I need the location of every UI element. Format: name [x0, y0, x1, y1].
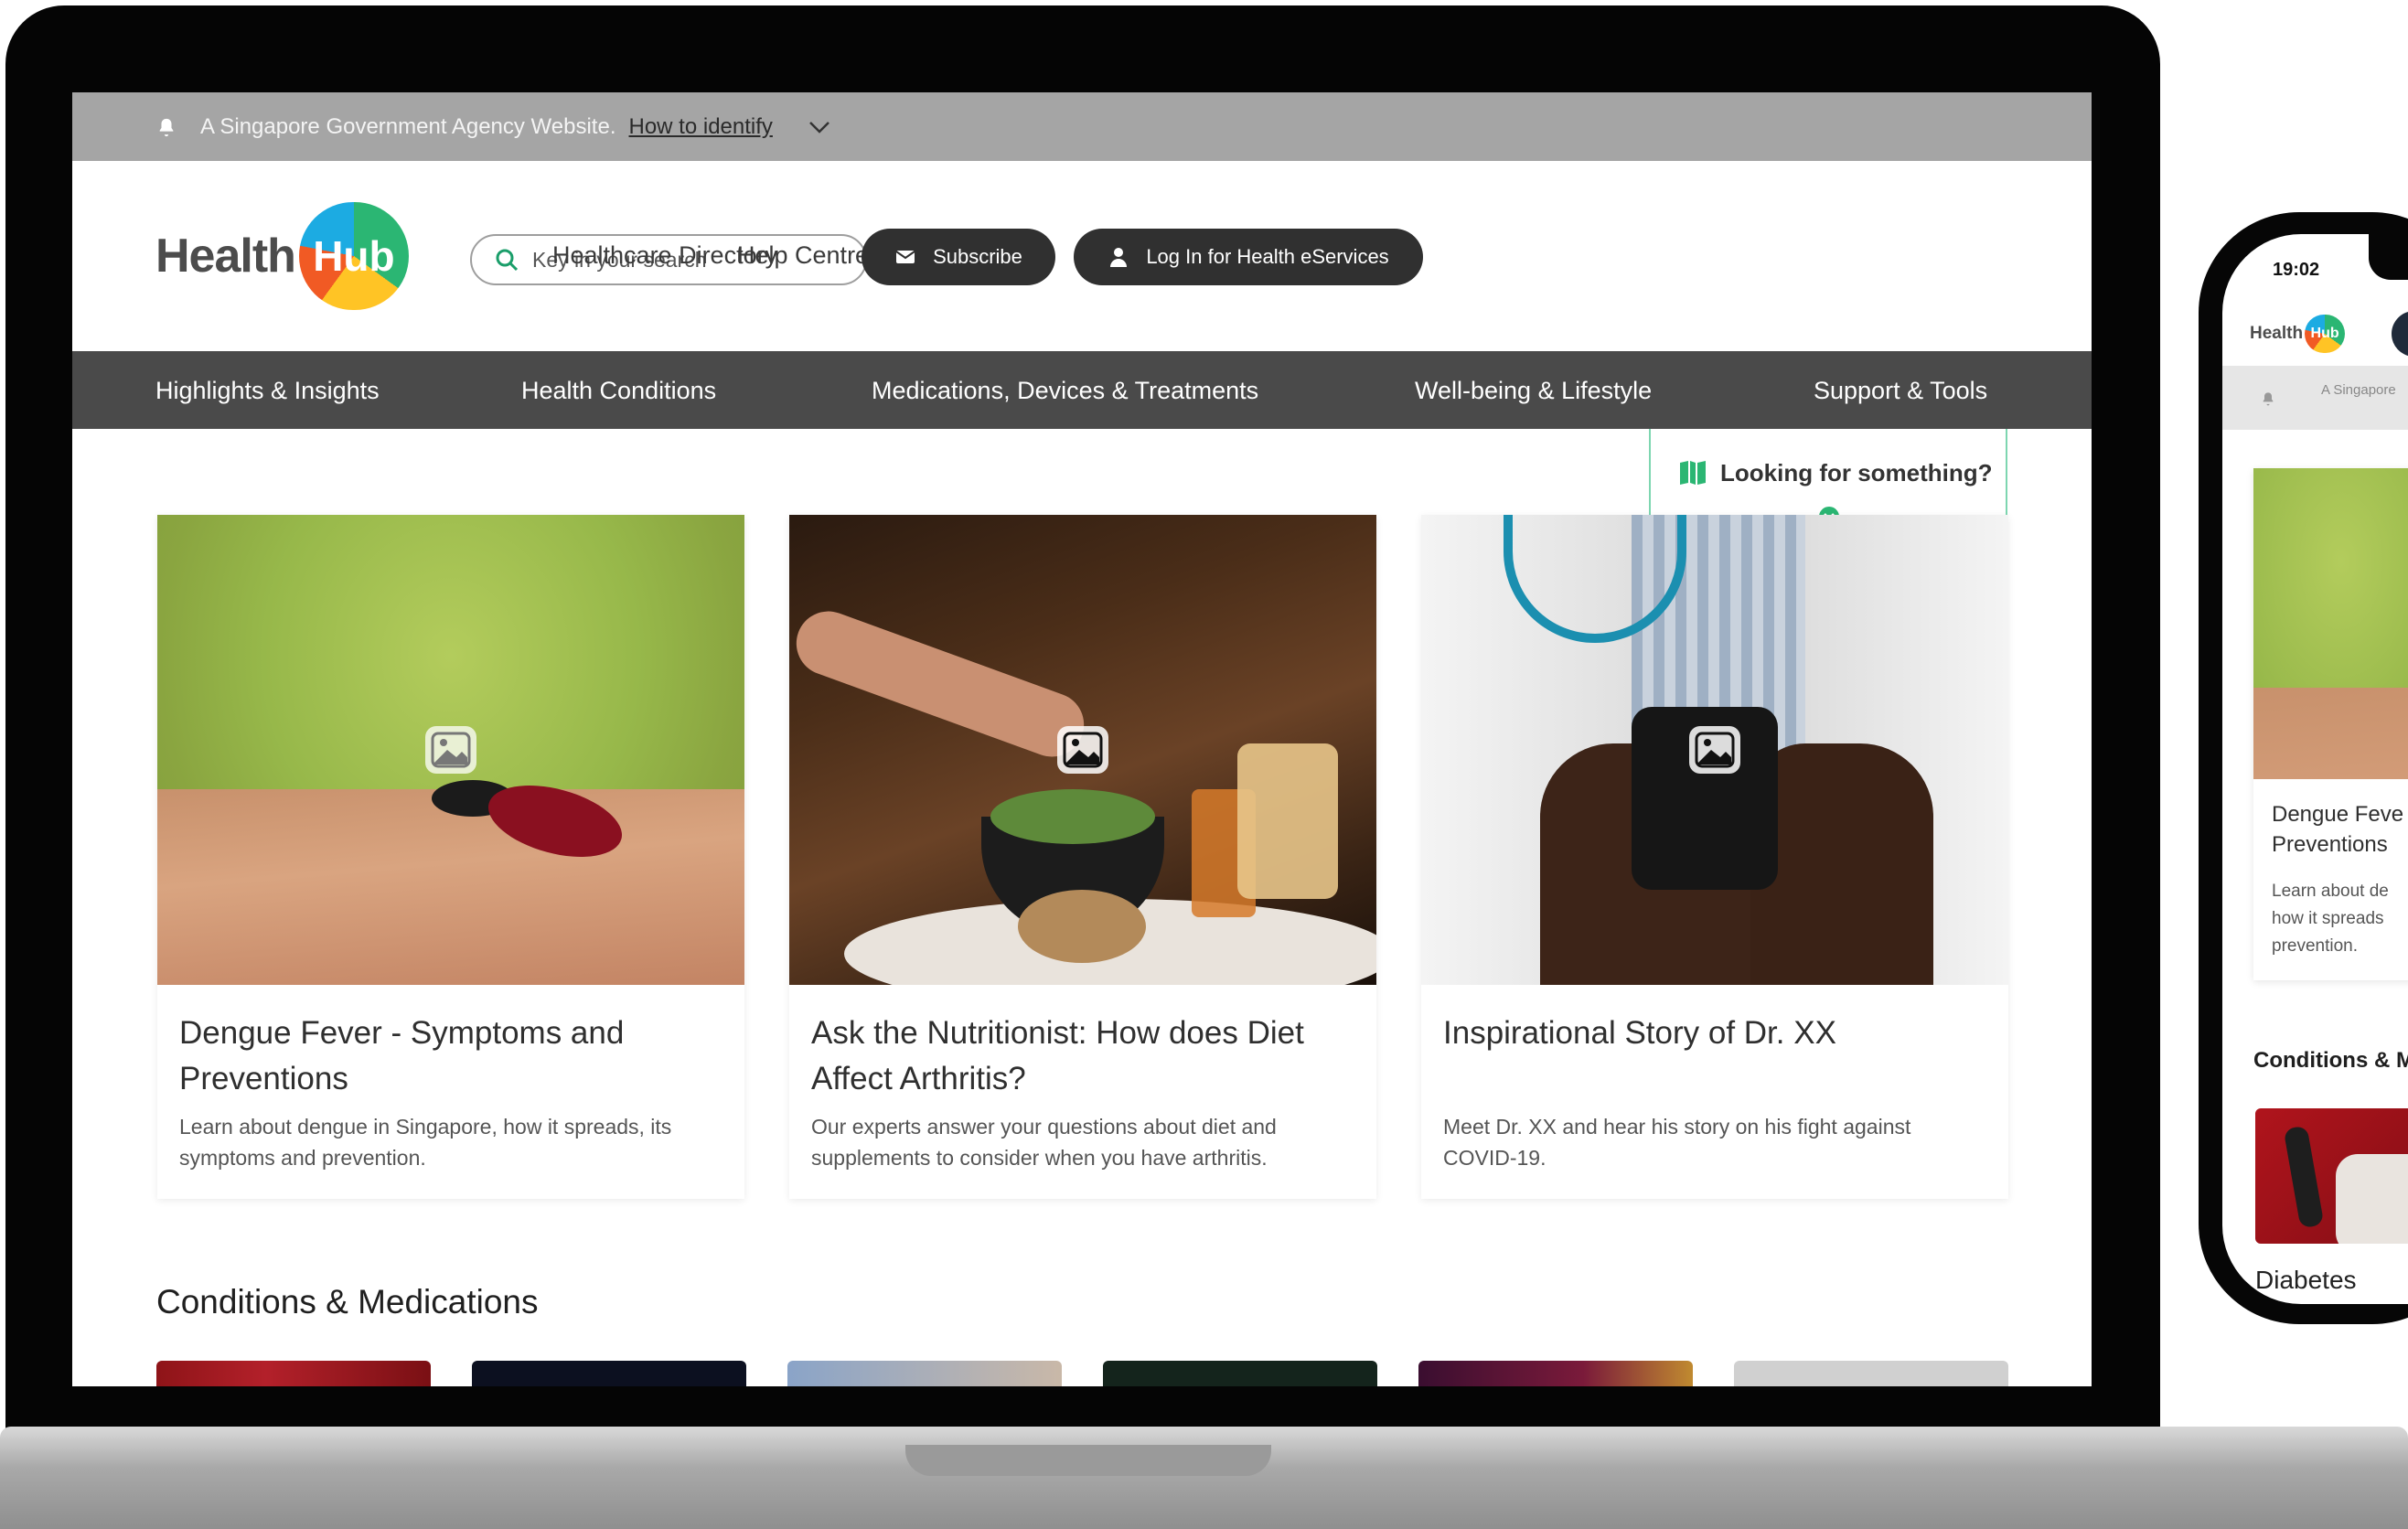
- condition-thumbnail[interactable]: [472, 1361, 746, 1386]
- card-title[interactable]: Dengue Fever - Symptoms and Preventions: [179, 1010, 691, 1102]
- phone-logo-hub-text: Hub: [2310, 326, 2339, 341]
- how-to-identify-link[interactable]: How to identify: [629, 114, 773, 140]
- condition-thumbnail[interactable]: [787, 1361, 1062, 1386]
- phone-card-description: Learn about de how it spreads prevention…: [2272, 882, 2389, 956]
- nav-health-conditions[interactable]: Health Conditions: [521, 377, 716, 405]
- phone-card-title[interactable]: Dengue Feve Preventions: [2272, 799, 2408, 860]
- chevron-down-icon[interactable]: [808, 119, 831, 135]
- nav-support-tools[interactable]: Support & Tools: [1814, 377, 1987, 405]
- card-description: Our experts answer your questions about …: [811, 1115, 1277, 1170]
- card-description: Learn about dengue in Singapore, how it …: [179, 1115, 672, 1170]
- image-placeholder-icon: [425, 726, 476, 774]
- login-button[interactable]: Log In for Health eServices: [1074, 229, 1423, 285]
- healthhub-logo[interactable]: Health Hub: [155, 201, 409, 311]
- nav-medications-devices-treatments[interactable]: Medications, Devices & Treatments: [872, 377, 1258, 405]
- phone-header-button[interactable]: [2392, 311, 2408, 357]
- card-description: Meet Dr. XX and hear his story on his fi…: [1443, 1115, 1911, 1170]
- map-icon: [1680, 461, 1706, 485]
- nav-highlights-insights[interactable]: Highlights & Insights: [155, 377, 380, 405]
- phone-dynamic-island: [2369, 234, 2408, 280]
- envelope-icon: [895, 251, 915, 263]
- laptop-notch: [905, 1445, 1271, 1476]
- gov-banner-text: A Singapore Government Agency Website.: [200, 113, 616, 139]
- card-title[interactable]: Ask the Nutritionist: How does Diet Affe…: [811, 1010, 1323, 1102]
- article-card[interactable]: Inspirational Story of Dr. XX Meet Dr. X…: [1421, 515, 2008, 1199]
- card-image-diet: [789, 515, 1376, 985]
- condition-thumbnail[interactable]: [1103, 1361, 1377, 1386]
- condition-thumbnail[interactable]: [1734, 1361, 2008, 1386]
- article-card[interactable]: Dengue Fever - Symptoms and Preventions …: [157, 515, 744, 1199]
- phone-gov-banner: A Singapore: [2222, 366, 2408, 430]
- article-card[interactable]: Ask the Nutritionist: How does Diet Affe…: [789, 515, 1376, 1199]
- help-centre-link[interactable]: Help Centre: [737, 241, 869, 270]
- subscribe-button[interactable]: Subscribe: [862, 229, 1055, 285]
- bell-icon: [159, 118, 174, 136]
- phone-logo-hub-bubble: Hub: [2305, 315, 2346, 353]
- card-image-doctor: [1421, 515, 2008, 985]
- logo-hub-bubble: Hub: [298, 202, 409, 310]
- condition-thumbnail[interactable]: [156, 1361, 431, 1386]
- logo-health-text: Health: [155, 230, 296, 283]
- subscribe-label: Subscribe: [933, 245, 1022, 268]
- phone-article-card[interactable]: Dengue Feve Preventions Learn about de h…: [2253, 468, 2408, 980]
- phone-condition-title[interactable]: Diabetes: [2255, 1266, 2357, 1295]
- phone-gov-banner-text: A Singapore: [2321, 382, 2396, 398]
- laptop-screen: A Singapore Government Agency Website. H…: [72, 92, 2092, 1386]
- logo-hub-text: Hub: [313, 232, 395, 280]
- looking-for-something-tab[interactable]: Looking for something?: [1649, 429, 2007, 529]
- card-title[interactable]: Inspirational Story of Dr. XX: [1443, 1010, 1955, 1056]
- main-navigation: Highlights & Insights Health Conditions …: [72, 351, 2092, 429]
- conditions-section-title: Conditions & Medications: [156, 1283, 539, 1320]
- image-placeholder-icon: [1057, 726, 1108, 774]
- site-header: Health Hub Healthcare Directory Help Cen…: [72, 161, 2092, 351]
- nav-wellbeing-lifestyle[interactable]: Well-being & Lifestyle: [1415, 377, 1652, 405]
- phone-card-image: [2253, 468, 2408, 779]
- laptop-base: [0, 1427, 2408, 1529]
- gov-banner: A Singapore Government Agency Website. H…: [72, 92, 2092, 161]
- image-placeholder-icon: [1689, 726, 1740, 774]
- login-label: Log In for Health eServices: [1146, 245, 1389, 268]
- user-icon: [1110, 248, 1128, 267]
- bell-icon: [2263, 392, 2274, 406]
- phone-healthhub-logo[interactable]: Health Hub: [2250, 315, 2346, 353]
- phone-status-time: 19:02: [2273, 260, 2320, 280]
- phone-condition-thumbnail[interactable]: [2255, 1108, 2408, 1244]
- card-image-dengue: [157, 515, 744, 985]
- condition-thumbnail[interactable]: [1418, 1361, 1693, 1386]
- phone-screen: 19:02 Health Hub A Singapore Dengue Feve…: [2222, 234, 2408, 1304]
- search-icon: [496, 249, 519, 272]
- phone-logo-health-text: Health: [2250, 324, 2304, 343]
- phone-section-title: Conditions & M: [2253, 1048, 2408, 1073]
- finder-label: Looking for something?: [1720, 458, 1993, 486]
